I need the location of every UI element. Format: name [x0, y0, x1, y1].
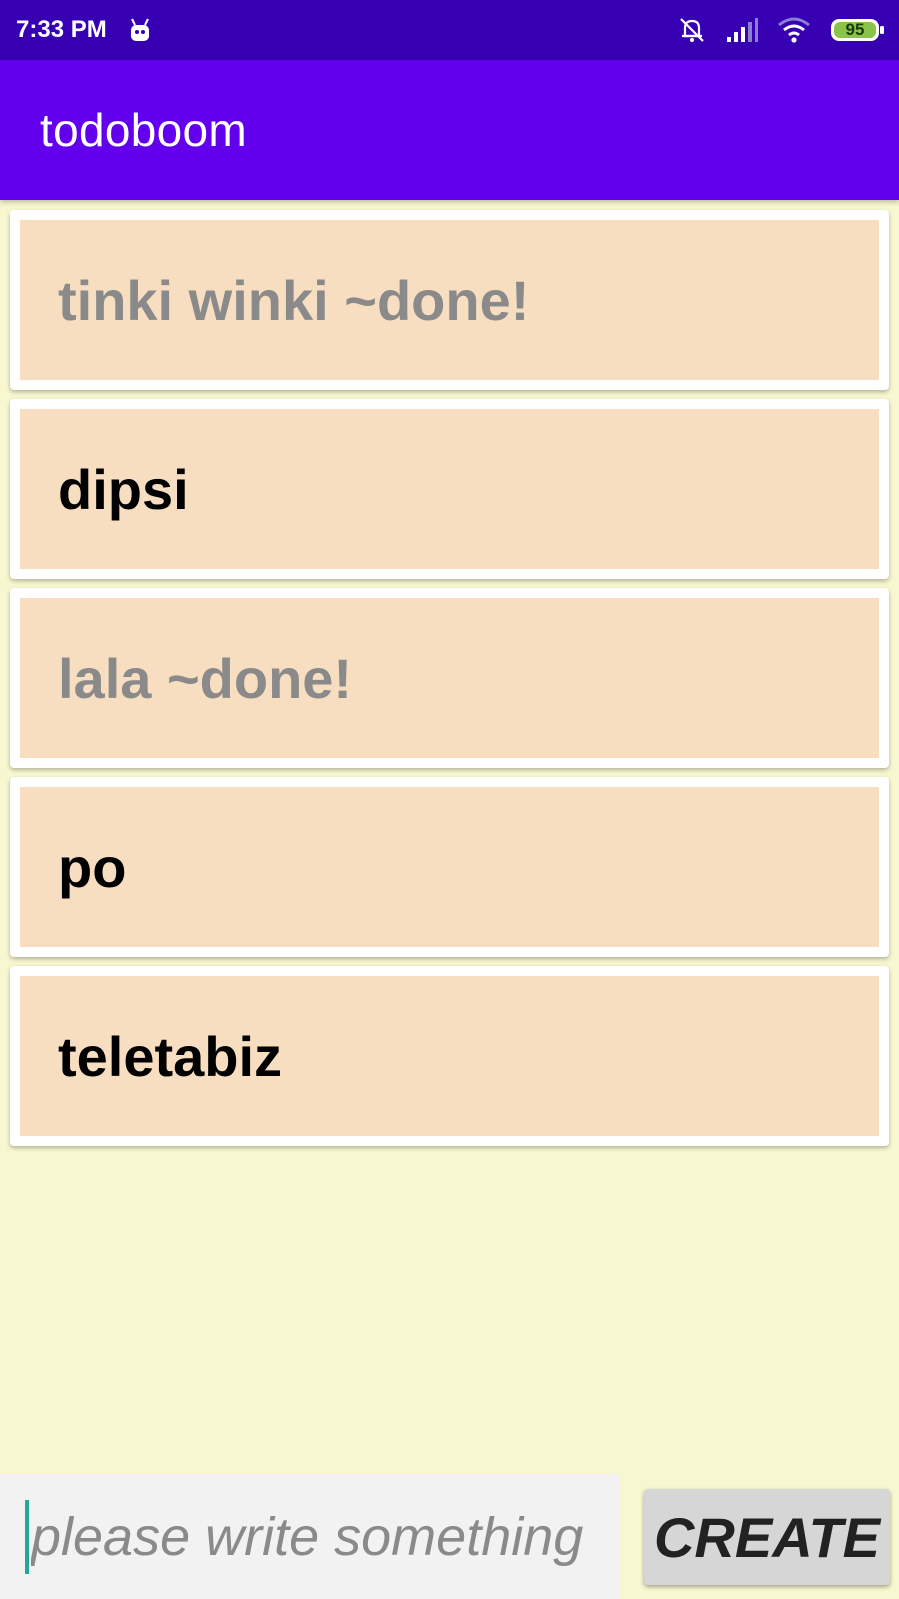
todo-item-body: dipsi — [20, 409, 879, 569]
todo-item-text: po — [58, 835, 127, 899]
todo-item-text: lala ~done! — [58, 646, 353, 710]
status-bar-left: 7:33 PM — [16, 16, 153, 44]
android-notification-icon — [127, 17, 153, 43]
todo-item-body: po — [20, 787, 879, 947]
bell-off-icon — [677, 15, 707, 45]
screen: 7:33 PM 95 todoboom tinki winki ~done! d… — [0, 0, 899, 1599]
todo-item-text: teletabiz — [58, 1024, 283, 1088]
app-bar: todoboom — [0, 60, 899, 200]
todo-item-text: tinki winki ~done! — [58, 268, 530, 332]
todo-item-body: lala ~done! — [20, 598, 879, 758]
todo-input-container — [0, 1474, 619, 1599]
create-button[interactable]: CREATE — [644, 1489, 890, 1585]
todo-item[interactable]: teletabiz — [10, 966, 889, 1146]
wifi-icon — [777, 16, 811, 44]
todo-list: tinki winki ~done! dipsi lala ~done! po … — [10, 210, 889, 1155]
app-title: todoboom — [40, 104, 247, 156]
todo-item[interactable]: tinki winki ~done! — [10, 210, 889, 390]
todo-item-body: tinki winki ~done! — [20, 220, 879, 380]
status-bar: 7:33 PM 95 — [0, 0, 899, 60]
todo-item[interactable]: dipsi — [10, 399, 889, 579]
battery-icon: 95 — [829, 16, 885, 44]
text-cursor — [25, 1499, 29, 1574]
todo-item-text: dipsi — [58, 457, 189, 521]
signal-icon — [725, 17, 759, 43]
todo-item[interactable]: lala ~done! — [10, 588, 889, 768]
todo-item[interactable]: po — [10, 777, 889, 957]
battery-level: 95 — [845, 20, 865, 39]
todo-item-body: teletabiz — [20, 976, 879, 1136]
status-time: 7:33 PM — [16, 16, 107, 43]
status-bar-right: 95 — [677, 15, 885, 45]
todo-input[interactable] — [31, 1505, 611, 1568]
